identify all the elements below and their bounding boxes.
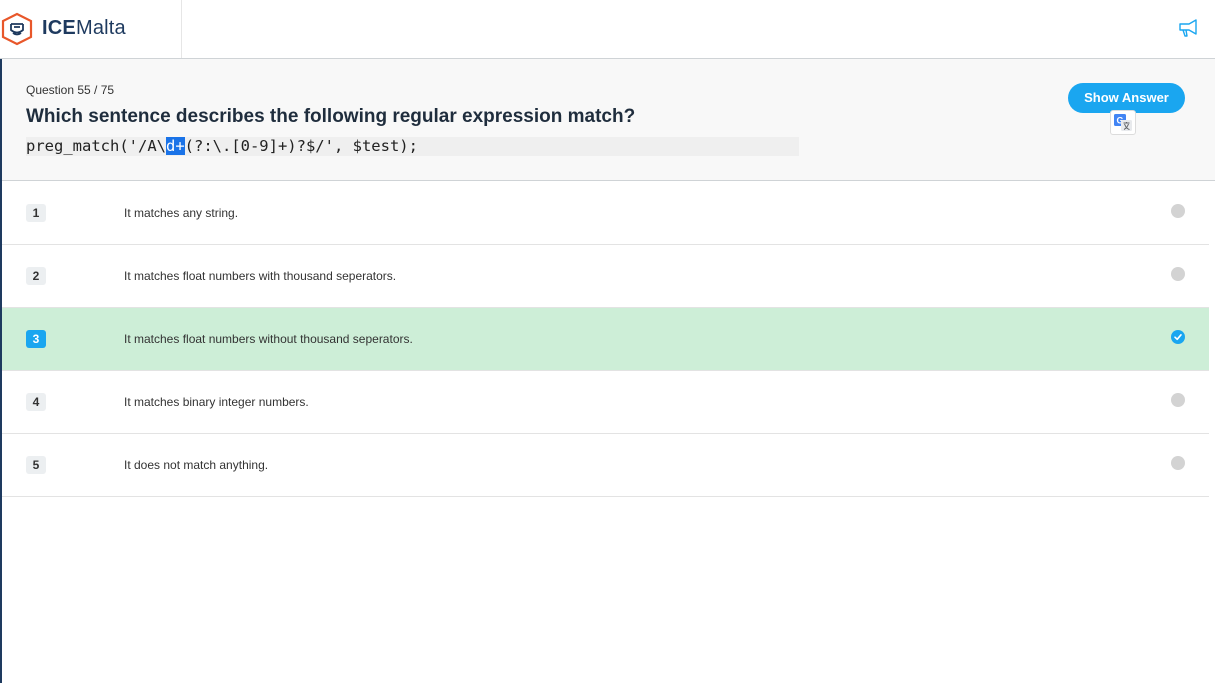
checkmark-icon[interactable] — [1171, 330, 1185, 344]
google-translate-icon[interactable]: G — [1110, 110, 1136, 135]
code-selected-text: d+ — [165, 137, 185, 155]
answer-option-1[interactable]: 1 It matches any string. — [2, 182, 1209, 245]
question-header: Question 55 / 75 Which sentence describe… — [2, 59, 1215, 181]
code-snippet: preg_match('/A\d+(?:\.[0-9]+)?$/', $test… — [26, 137, 418, 156]
megaphone-icon[interactable] — [1177, 16, 1201, 40]
question-counter: Question 55 / 75 — [26, 83, 115, 97]
answer-option-5[interactable]: 5 It does not match anything. — [2, 434, 1209, 497]
logo-text: ICEMalta — [42, 16, 126, 40]
answer-text: It matches binary integer numbers. — [124, 395, 309, 409]
answer-text: It does not match anything. — [124, 458, 269, 472]
answer-option-3[interactable]: 3 It matches float numbers without thous… — [2, 308, 1209, 371]
answer-number: 3 — [26, 330, 46, 348]
code-after: (?:\.[0-9]+)?$/', $test); — [184, 137, 418, 155]
answer-number: 4 — [26, 393, 46, 411]
logo[interactable]: ICEMalta — [0, 0, 182, 58]
answer-number: 2 — [26, 267, 46, 285]
answer-number: 5 — [26, 456, 46, 474]
code-before: preg_match('/A\ — [26, 137, 166, 155]
radio-button[interactable] — [1171, 204, 1185, 218]
answer-number: 1 — [26, 204, 46, 222]
answer-list: 1 It matches any string. 2 It matches fl… — [2, 182, 1209, 497]
show-answer-button[interactable]: Show Answer — [1068, 83, 1185, 113]
logo-text-bold: ICE — [42, 17, 76, 39]
answer-option-4[interactable]: 4 It matches binary integer numbers. — [2, 371, 1209, 434]
radio-button[interactable] — [1171, 456, 1185, 470]
top-bar: ICEMalta — [0, 0, 1215, 59]
answer-option-2[interactable]: 2 It matches float numbers with thousand… — [2, 245, 1209, 308]
answer-text: It matches float numbers with thousand s… — [124, 269, 397, 283]
radio-button[interactable] — [1171, 393, 1185, 407]
answer-text: It matches float numbers without thousan… — [124, 332, 413, 346]
radio-button[interactable] — [1171, 267, 1185, 281]
answer-text: It matches any string. — [124, 206, 239, 220]
logo-shield-icon — [1, 12, 33, 46]
question-title: Which sentence describes the following r… — [26, 106, 636, 127]
logo-text-light: Malta — [75, 17, 126, 39]
